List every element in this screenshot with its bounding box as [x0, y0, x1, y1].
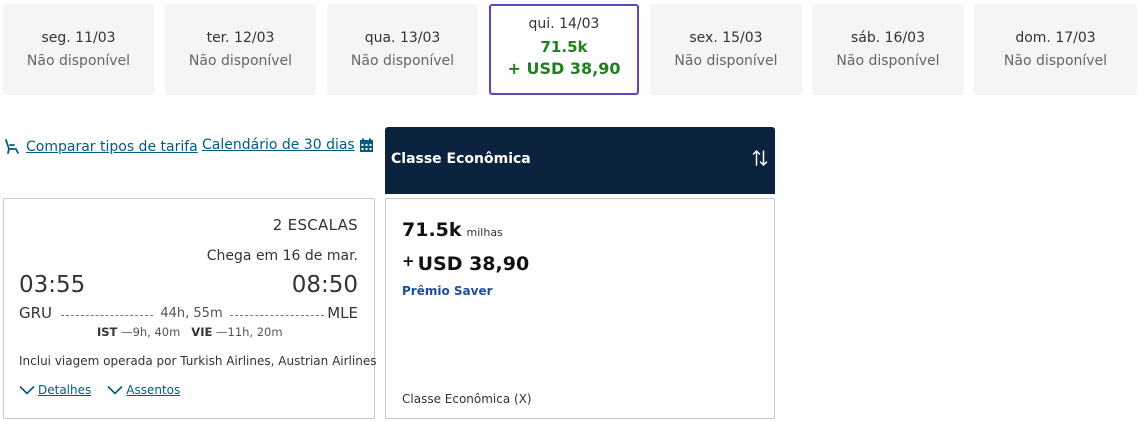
- date-label: seg. 11/03: [41, 29, 116, 46]
- seat-icon: [3, 138, 21, 156]
- fare-column-header: Classe Econômica: [385, 127, 775, 194]
- date-status: Não disponível: [350, 52, 455, 69]
- date-status: Não disponível: [674, 52, 778, 69]
- date-cell-wed[interactable]: qua. 13/03 Não disponível: [327, 4, 478, 95]
- date-label: dom. 17/03: [1015, 29, 1096, 46]
- date-cell-sat[interactable]: sáb. 16/03 Não disponível: [812, 4, 964, 95]
- fare-miles: 71.5k milhas: [402, 219, 503, 241]
- date-status: Não disponível: [188, 52, 293, 69]
- date-cell-fri[interactable]: sex. 15/03 Não disponível: [650, 4, 802, 95]
- date-status: Não disponível: [26, 52, 131, 69]
- chevron-down-icon: [107, 385, 123, 395]
- fare-column-title: Classe Econômica: [391, 151, 531, 167]
- date-price: + USD 38,90: [507, 59, 621, 78]
- departure-time: 03:55: [19, 272, 86, 298]
- layovers: IST —9h, 40m VIE —11h, 20m: [97, 325, 283, 339]
- destination-airport: MLE: [327, 304, 358, 322]
- compare-fares-link[interactable]: Comparar tipos de tarifa: [3, 136, 198, 158]
- calendar-icon: [359, 138, 374, 153]
- details-label[interactable]: Detalhes: [38, 383, 91, 397]
- stops-count: 2 ESCALAS: [272, 216, 358, 234]
- layover-separator: —: [216, 325, 228, 339]
- fare-price: + USD 38,90: [402, 252, 529, 275]
- details-toggle[interactable]: Detalhes: [19, 383, 91, 397]
- date-cell-thu-selected[interactable]: qui. 14/03 71.5k + USD 38,90: [489, 4, 639, 95]
- fare-miles-unit: milhas: [466, 226, 503, 239]
- date-cell-tue[interactable]: ter. 12/03 Não disponível: [165, 4, 316, 95]
- fare-price-plus: +: [402, 252, 415, 270]
- fare-class: Classe Econômica (X): [402, 392, 532, 406]
- date-miles: 71.5k: [540, 38, 588, 56]
- layover-time: 9h, 40m: [132, 325, 181, 339]
- calendar-30-days-label[interactable]: Calendário de 30 dias: [202, 137, 355, 153]
- arrival-date: Chega em 16 de mar.: [206, 248, 358, 264]
- seats-label[interactable]: Assentos: [126, 383, 180, 397]
- fare-price-value: USD 38,90: [417, 253, 530, 275]
- fare-type: Prêmio Saver: [402, 284, 493, 298]
- date-label: ter. 12/03: [206, 29, 275, 46]
- operated-by: Inclui viagem operada por Turkish Airlin…: [19, 354, 377, 368]
- sort-icon[interactable]: [752, 149, 768, 167]
- seats-toggle[interactable]: Assentos: [107, 383, 180, 397]
- date-status: Não disponível: [836, 52, 940, 69]
- fare-miles-value: 71.5k: [402, 219, 462, 241]
- chevron-down-icon: [19, 385, 35, 395]
- date-cell-mon[interactable]: seg. 11/03 Não disponível: [3, 4, 154, 95]
- date-strip: seg. 11/03 Não disponível ter. 12/03 Não…: [0, 4, 1139, 95]
- date-label: sex. 15/03: [689, 29, 763, 46]
- arrival-time: 08:50: [291, 272, 358, 298]
- route-line-right: [230, 315, 324, 316]
- date-status: Não disponível: [1003, 52, 1108, 69]
- layover-separator: —: [121, 325, 133, 339]
- card-links: Detalhes Assentos: [19, 383, 196, 397]
- flight-duration: 44h, 55m: [160, 306, 223, 321]
- date-label: sáb. 16/03: [850, 29, 925, 46]
- layover-code: VIE: [191, 325, 213, 339]
- fare-option-card[interactable]: 71.5k milhas + USD 38,90 Prêmio Saver Cla…: [385, 198, 775, 419]
- date-cell-sun[interactable]: dom. 17/03 Não disponível: [974, 4, 1137, 95]
- layover-time: 11h, 20m: [227, 325, 283, 339]
- route-line-left: [61, 315, 153, 316]
- origin-airport: GRU: [19, 304, 53, 322]
- flight-card: 2 ESCALAS Chega em 16 de mar. 03:55 08:5…: [3, 198, 377, 419]
- calendar-30-days-link[interactable]: Calendário de 30 dias: [202, 137, 374, 153]
- date-label: qui. 14/03: [528, 16, 600, 32]
- compare-fares-label[interactable]: Comparar tipos de tarifa: [26, 139, 198, 155]
- date-label: qua. 13/03: [364, 29, 441, 46]
- layover-code: IST: [97, 325, 118, 339]
